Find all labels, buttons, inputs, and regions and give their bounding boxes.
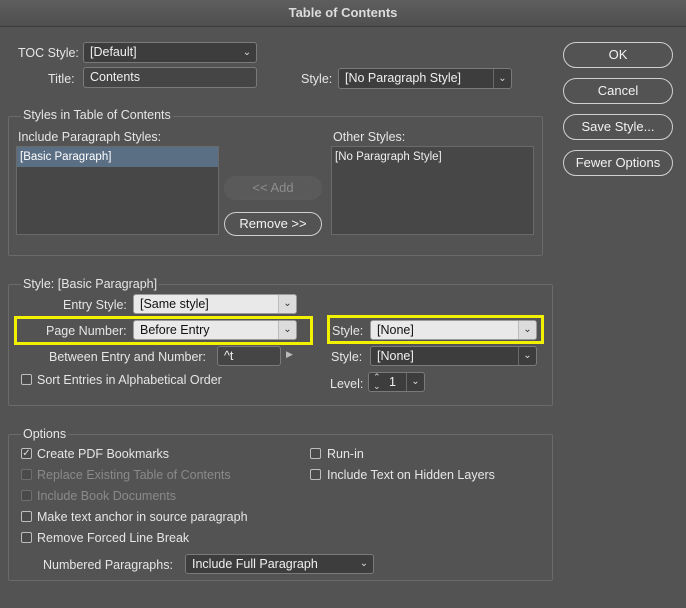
make-anchor-label: Make text anchor in source paragraph [37,510,248,524]
entry-style-label: Entry Style: [63,298,127,312]
chevron-down-icon: ⌄ [359,558,369,569]
chevron-down-icon: ⌄ [518,321,536,339]
page-number-style-select[interactable]: [None] ⌄ [370,320,537,340]
sort-checkbox[interactable] [21,374,32,385]
title-field[interactable]: Contents [83,67,257,88]
numbered-label: Numbered Paragraphs: [43,558,173,572]
toc-style-label: TOC Style: [18,46,79,60]
level-value: 1 [389,375,396,389]
include-styles-label: Include Paragraph Styles: [18,130,162,144]
styles-group-title: Styles in Table of Contents [21,108,173,122]
options-title: Options [21,427,69,441]
window-title: Table of Contents [0,0,686,27]
numbered-value: Include Full Paragraph [192,557,318,571]
include-book-checkbox[interactable] [21,490,32,501]
chevron-down-icon: ⌄ [278,295,296,313]
level-stepper[interactable]: ⌃ ⌄ 1 ⌄ [368,372,425,392]
entry-style-select[interactable]: [Same style] ⌄ [133,294,297,314]
run-in-label: Run-in [327,447,364,461]
entry-style-value: [Same style] [140,297,209,311]
cancel-button[interactable]: Cancel [563,78,673,104]
toc-style-select[interactable]: [Default] ⌄ [83,42,257,63]
page-number-label: Page Number: [46,324,127,338]
chevron-down-icon: ⌄ [406,373,424,391]
list-item[interactable]: [No Paragraph Style] [332,147,533,167]
add-button[interactable]: << Add [224,176,322,200]
other-styles-list[interactable]: [No Paragraph Style] [331,146,534,235]
title-style-select[interactable]: [No Paragraph Style] ⌄ [338,68,512,89]
title-style-value: [No Paragraph Style] [345,71,462,85]
numbered-select[interactable]: Include Full Paragraph ⌄ [185,554,374,574]
other-styles-label: Other Styles: [333,130,406,144]
remove-break-label: Remove Forced Line Break [37,531,190,545]
create-pdf-checkbox[interactable]: ✓ [21,448,32,459]
stepper-icon[interactable]: ⌃ ⌄ [373,373,381,391]
run-in-checkbox[interactable] [310,448,321,459]
sort-label: Sort Entries in Alphabetical Order [37,373,222,387]
remove-break-checkbox[interactable] [21,532,32,543]
include-styles-list[interactable]: [Basic Paragraph] [16,146,219,235]
replace-existing-checkbox[interactable] [21,469,32,480]
level-label: Level: [330,377,364,391]
ok-button[interactable]: OK [563,42,673,68]
between-field[interactable]: ^t [217,346,281,366]
chevron-down-icon: ⌄ [518,347,536,365]
remove-button[interactable]: Remove >> [224,212,322,236]
between-style-label: Style: [331,350,363,364]
between-style-select[interactable]: [None] ⌄ [370,346,537,366]
title-label: Title: [48,72,75,86]
chevron-down-icon: ⌄ [242,47,252,58]
save-style-button[interactable]: Save Style... [563,114,673,140]
page-number-select[interactable]: Before Entry ⌄ [133,320,297,340]
page-number-value: Before Entry [140,323,210,337]
list-item[interactable]: [Basic Paragraph] [17,147,218,167]
fewer-options-button[interactable]: Fewer Options [563,150,673,176]
include-book-label: Include Book Documents [37,489,176,503]
toc-style-value: [Default] [90,45,137,59]
between-label: Between Entry and Number: [49,350,207,364]
between-style-value: [None] [377,349,414,363]
replace-existing-label: Replace Existing Table of Contents [37,468,231,482]
hidden-layers-label: Include Text on Hidden Layers [327,468,495,482]
chevron-down-icon: ⌄ [278,321,296,339]
page-number-style-label: Style: [332,324,364,338]
entry-style-group-title: Style: [Basic Paragraph] [21,277,160,291]
page-number-style-value: [None] [377,323,414,337]
hidden-layers-checkbox[interactable] [310,469,321,480]
create-pdf-label: Create PDF Bookmarks [37,447,169,461]
style-label: Style: [301,72,333,86]
make-anchor-checkbox[interactable] [21,511,32,522]
chevron-down-icon: ⌄ [493,69,511,88]
arrow-right-icon[interactable]: ▶ [286,349,293,360]
